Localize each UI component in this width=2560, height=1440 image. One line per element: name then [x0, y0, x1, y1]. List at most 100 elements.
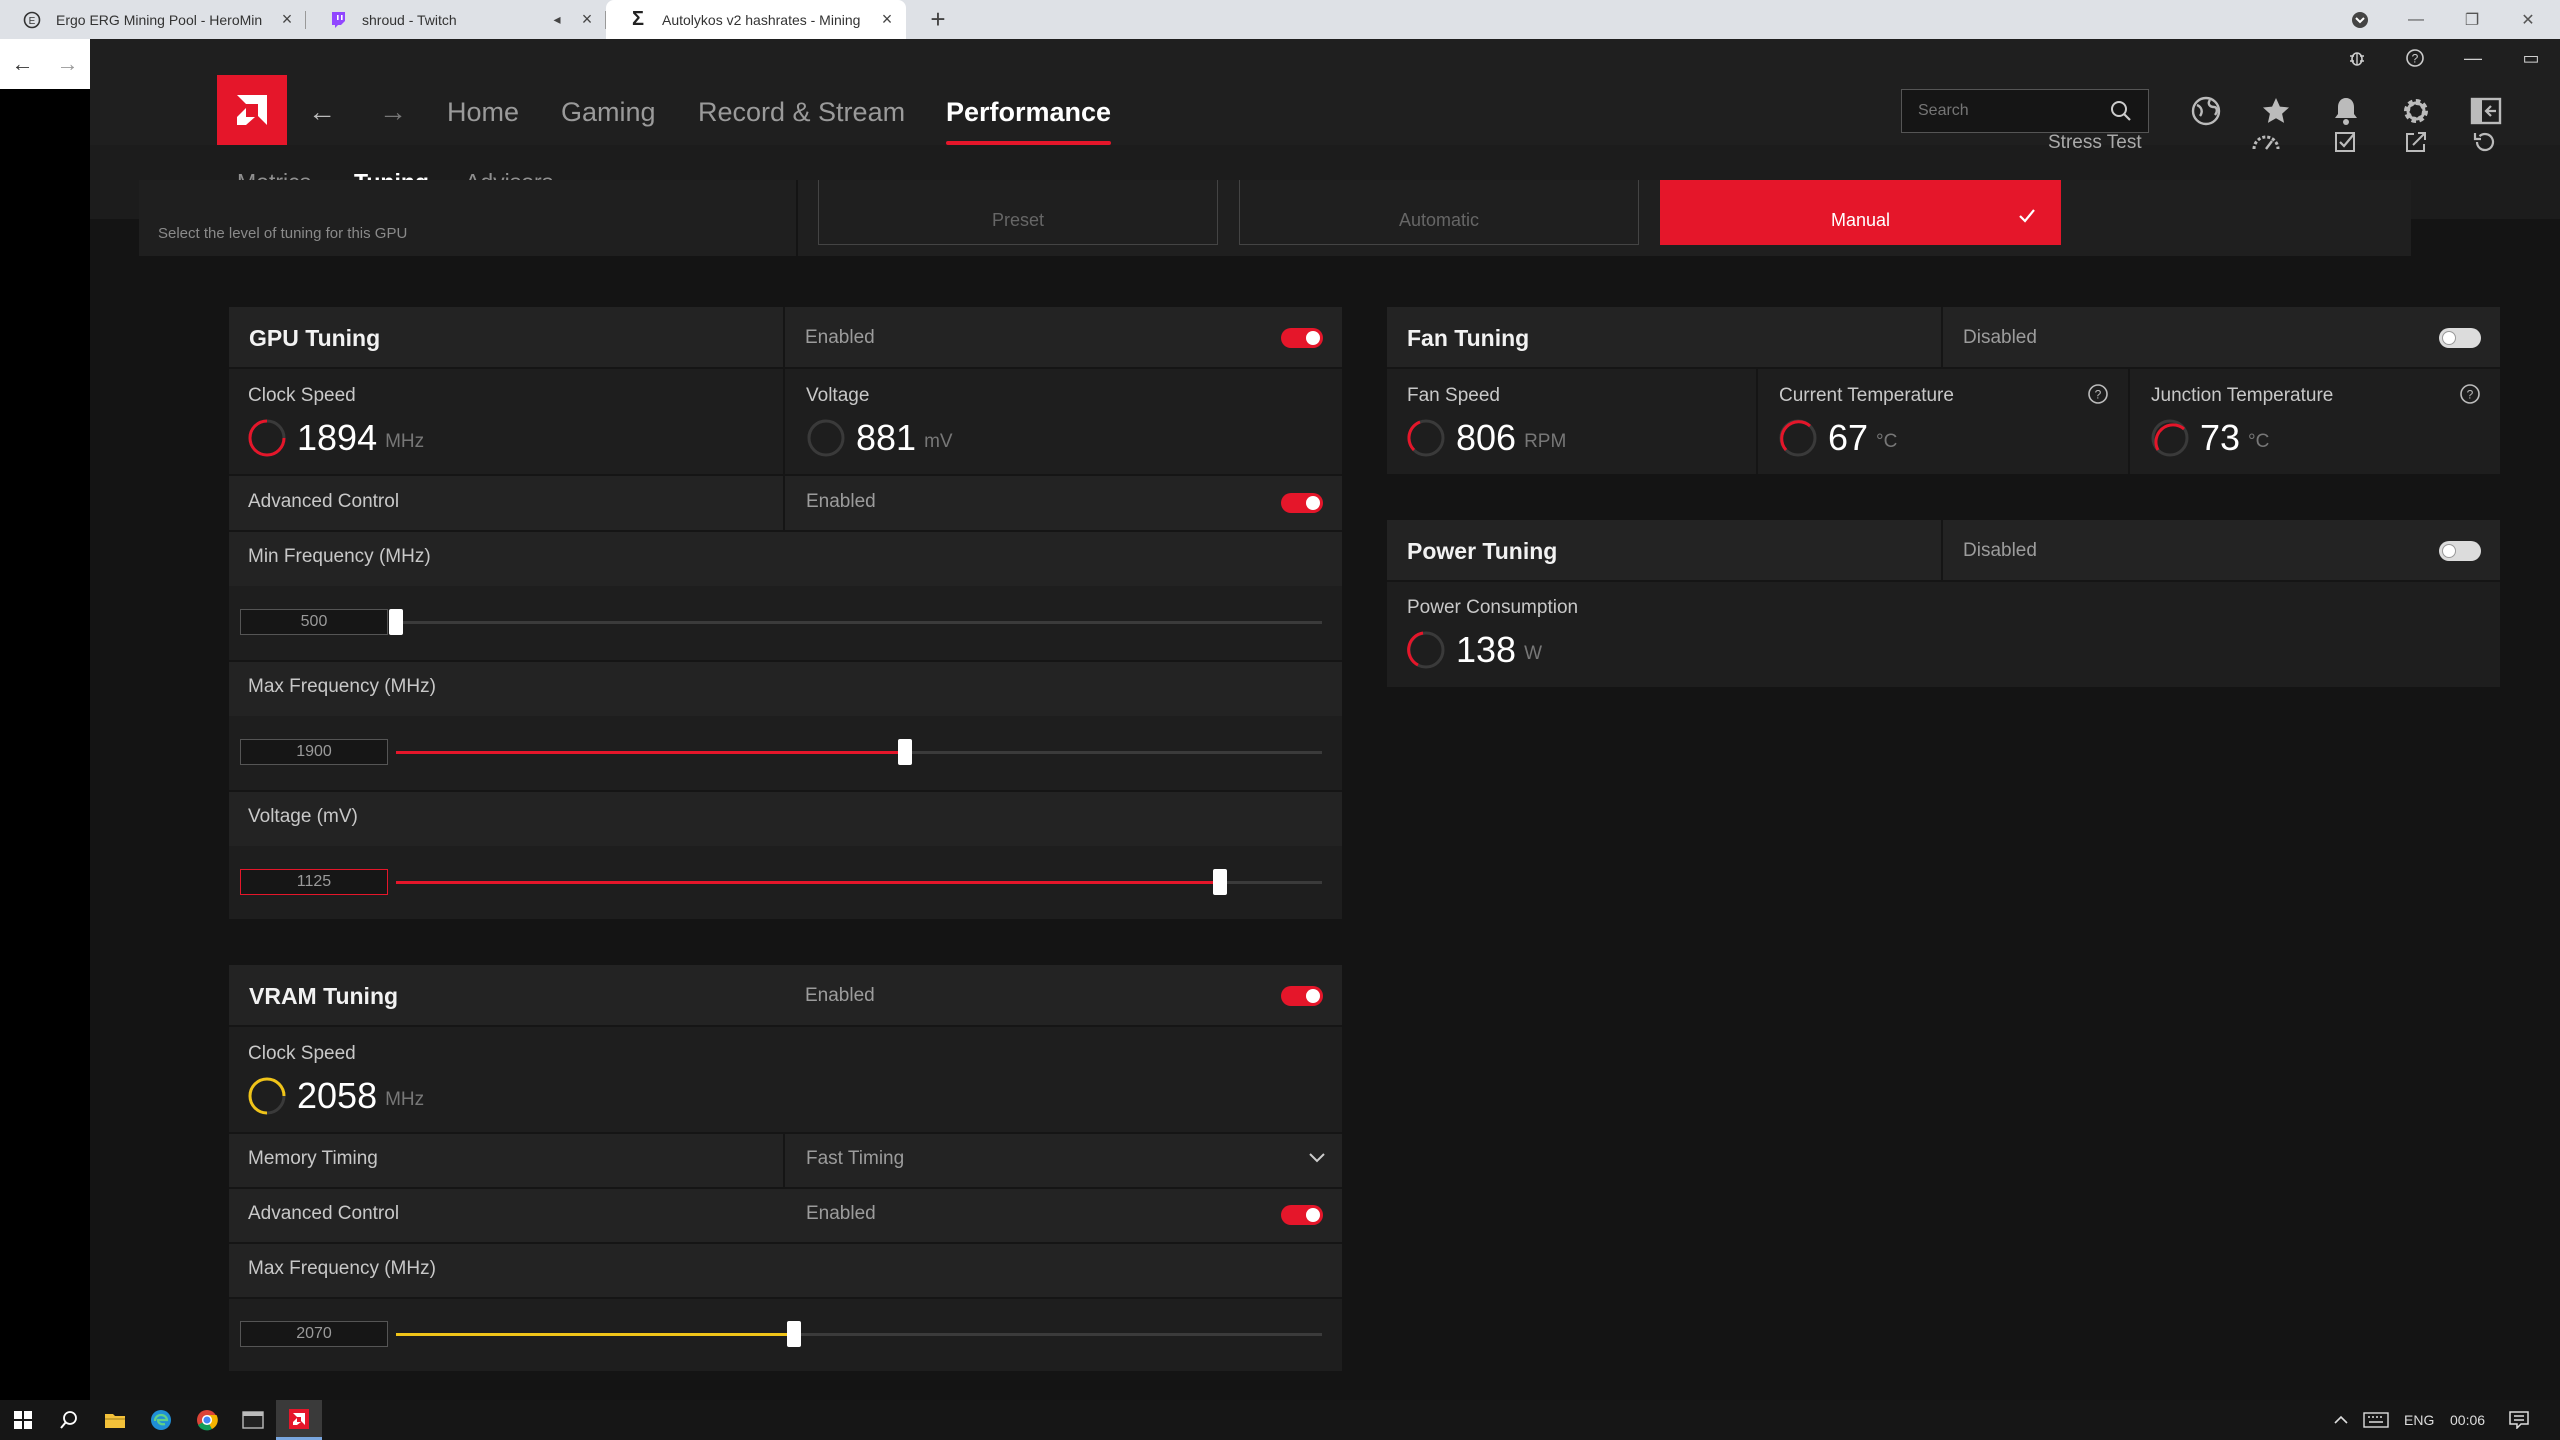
slider-fill [396, 751, 905, 754]
slider-fill [396, 881, 1220, 884]
tab-search-icon[interactable] [2332, 0, 2388, 39]
apply-changes-icon[interactable] [2328, 124, 2364, 160]
close-tab-icon[interactable]: × [876, 9, 898, 30]
notification-center-icon[interactable] [2496, 1400, 2542, 1440]
chrome-browser-icon[interactable] [184, 1400, 230, 1440]
junction-temperature-help-icon[interactable]: ? [2459, 383, 2481, 405]
min-frequency-slider[interactable] [389, 609, 1322, 635]
browser-back-icon[interactable]: ← [0, 51, 45, 77]
current-temperature-unit: °C [1876, 431, 1898, 452]
gauge-icon [247, 418, 287, 458]
globe-icon[interactable] [2186, 91, 2226, 131]
tab-title: Autolykos v2 hashrates - Mining [662, 11, 861, 28]
edge-browser-icon[interactable] [138, 1400, 184, 1440]
browser-tab-twitch[interactable]: shroud - Twitch ◂ × [306, 0, 606, 39]
gpu-clock-speed-metric: 1894 MHz [247, 417, 424, 459]
browser-forward-icon[interactable]: → [45, 51, 90, 77]
slider-thumb[interactable] [898, 739, 912, 765]
vram-max-frequency-label: Max Frequency (MHz) [248, 1258, 436, 1279]
gauge-icon [1406, 418, 1446, 458]
fan-tuning-header: Fan Tuning Disabled [1387, 307, 2500, 369]
svg-text:?: ? [2095, 388, 2102, 402]
app-restore-button[interactable]: ▭ [2502, 39, 2560, 77]
browser-tab-strip: E Ergo ERG Mining Pool - HeroMin × shrou… [0, 0, 2560, 39]
gpu-clock-speed-value: 1894 [297, 417, 378, 458]
app-top-bar: ? — ▭ ← → Home Gaming Record & Stream Pe… [90, 39, 2560, 145]
voltage-slider[interactable] [396, 869, 1322, 895]
taskbar-search-icon[interactable] [46, 1400, 92, 1440]
file-explorer-icon[interactable] [92, 1400, 138, 1440]
gpu-clock-speed-unit: MHz [385, 431, 425, 452]
tuning-option-preset[interactable]: Preset [818, 180, 1218, 245]
slider-thumb[interactable] [389, 609, 403, 635]
tuning-option-automatic[interactable]: Automatic [1239, 180, 1639, 245]
new-tab-button[interactable]: + [923, 4, 953, 34]
amd-logo[interactable] [217, 75, 287, 145]
vram-advanced-control-label: Advanced Control [248, 1203, 400, 1224]
nav-tab-gaming[interactable]: Gaming [561, 95, 656, 145]
gauge-icon [1406, 630, 1446, 670]
windows-start-icon[interactable] [0, 1400, 46, 1440]
mute-tab-icon[interactable]: ◂ [546, 11, 568, 28]
checkmark-icon [2018, 208, 2036, 224]
stress-test-gauge-icon[interactable] [2248, 124, 2284, 160]
vram-tuning-toggle[interactable] [1281, 986, 1323, 1006]
app-minimize-button[interactable]: — [2444, 39, 2502, 77]
app-forward-arrow-icon[interactable]: → [376, 95, 410, 129]
app-back-arrow-icon[interactable]: ← [305, 95, 339, 129]
gpu-column-divider [783, 307, 785, 474]
language-indicator[interactable]: ENG [2404, 1412, 2434, 1428]
memory-timing-dropdown[interactable]: Fast Timing [806, 1148, 1326, 1170]
voltage-input[interactable]: 1125 [240, 869, 388, 895]
slider-thumb[interactable] [1213, 869, 1227, 895]
browser-close-button[interactable]: ✕ [2500, 0, 2556, 39]
nav-tab-home[interactable]: Home [447, 95, 519, 145]
manual-option-label: Manual [1830, 210, 1891, 230]
export-profile-icon[interactable] [2398, 124, 2434, 160]
power-tuning-title: Power Tuning [1407, 538, 1558, 564]
nav-tab-record-stream[interactable]: Record & Stream [698, 95, 905, 145]
browser-tab-herominers[interactable]: E Ergo ERG Mining Pool - HeroMin × [0, 0, 306, 39]
nav-tab-performance[interactable]: Performance [946, 95, 1112, 145]
slider-fill [396, 1333, 794, 1336]
power-tuning-toggle[interactable] [2439, 541, 2481, 561]
slider-thumb[interactable] [787, 1321, 801, 1347]
vram-tuning-status: Enabled [805, 985, 875, 1006]
voltage-slider-header [229, 792, 1342, 846]
browser-minimize-button[interactable]: — [2388, 0, 2444, 39]
amd-software-taskbar-icon[interactable] [276, 1400, 322, 1440]
current-temperature-help-icon[interactable]: ? [2087, 383, 2109, 405]
power-consumption-unit: W [1524, 643, 1543, 664]
tuning-option-manual[interactable]: Manual [1660, 180, 2061, 245]
gauge-icon [247, 1076, 287, 1116]
tab-title: shroud - Twitch [362, 11, 457, 28]
header-divider [1941, 307, 1943, 369]
help-icon[interactable]: ? [2386, 39, 2444, 77]
gpu-tuning-toggle[interactable] [1281, 328, 1323, 348]
gauge-icon [2150, 418, 2190, 458]
keyboard-icon[interactable] [2356, 1400, 2396, 1440]
max-frequency-input[interactable]: 1900 [240, 739, 388, 765]
gpu-voltage-value: 881 [856, 417, 917, 458]
stress-test-label[interactable]: Stress Test [2048, 132, 2142, 154]
gpu-tuning-status: Enabled [805, 327, 875, 348]
gpu-advanced-control-toggle[interactable] [1281, 493, 1323, 513]
terminal-app-icon[interactable] [230, 1400, 276, 1440]
clock-time[interactable]: 00:06 [2450, 1412, 2485, 1428]
browser-tab-autolykos[interactable]: Σ Autolykos v2 hashrates - Mining × [606, 0, 906, 39]
fan-speed-value: 806 [1456, 417, 1517, 458]
fan-tuning-toggle[interactable] [2439, 328, 2481, 348]
reset-icon[interactable] [2466, 124, 2502, 160]
browser-nav-bar: ← → [0, 39, 90, 89]
max-frequency-slider[interactable] [396, 739, 1322, 765]
close-tab-icon[interactable]: × [576, 9, 598, 30]
vram-max-frequency-slider[interactable] [396, 1321, 1322, 1347]
search-icon[interactable] [2110, 100, 2132, 122]
search-input[interactable] [1918, 102, 2108, 120]
min-frequency-input[interactable]: 500 [240, 609, 388, 635]
close-tab-icon[interactable]: × [276, 9, 298, 30]
browser-restore-button[interactable]: ❐ [2444, 0, 2500, 39]
bug-report-icon[interactable] [2328, 39, 2386, 77]
vram-advanced-control-toggle[interactable] [1281, 1205, 1323, 1225]
vram-max-frequency-input[interactable]: 2070 [240, 1321, 388, 1347]
